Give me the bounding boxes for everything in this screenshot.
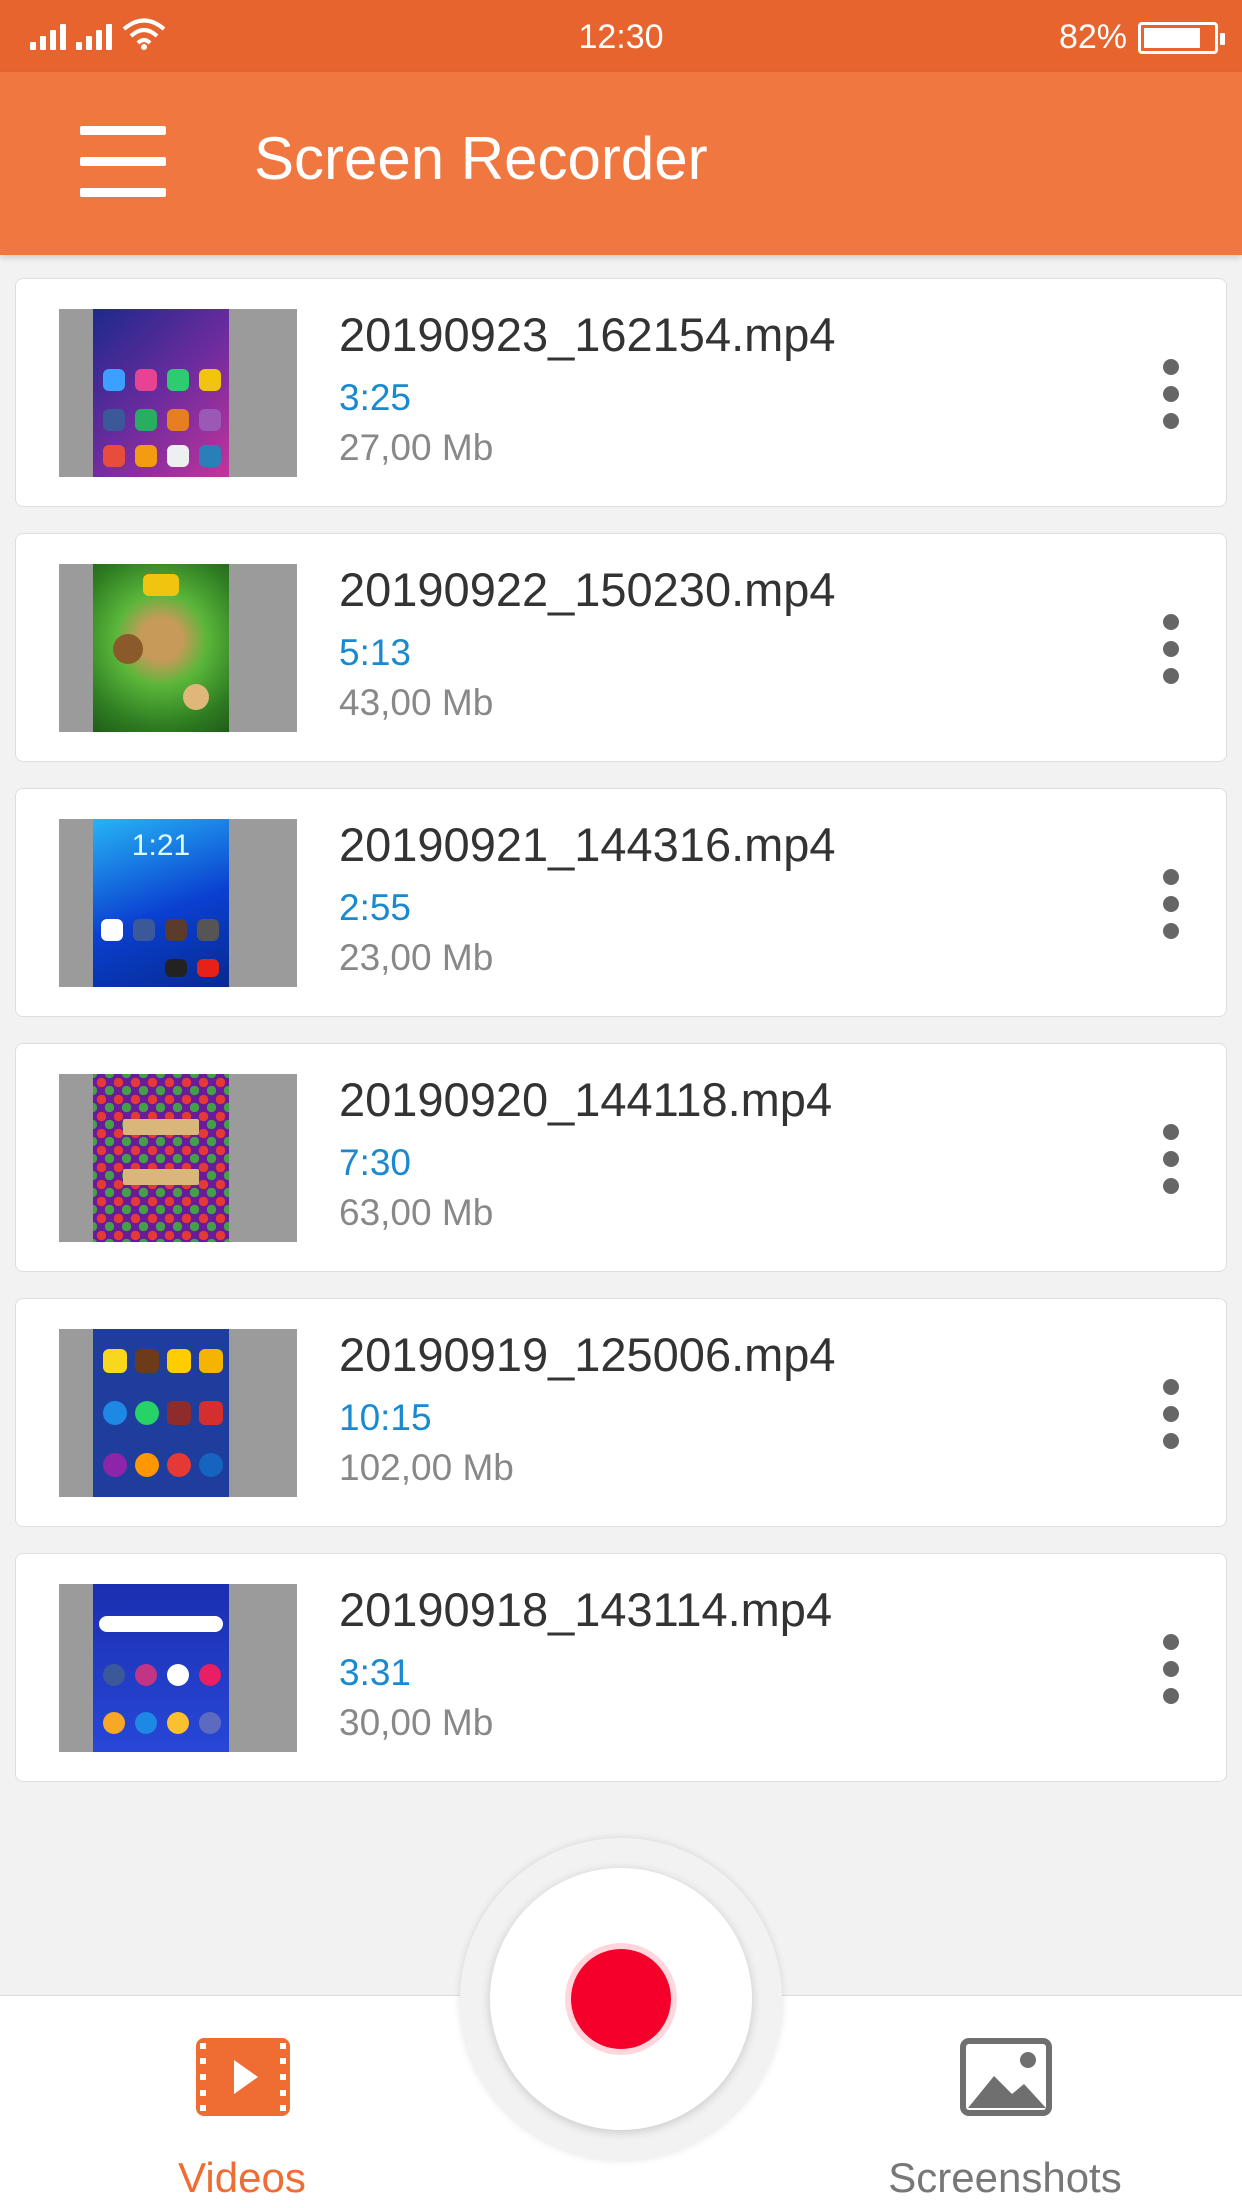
more-vertical-icon[interactable]: [1156, 614, 1186, 684]
video-thumbnail: [59, 564, 297, 732]
file-name: 20190918_143114.mp4: [339, 1583, 833, 1636]
file-size: 102,00 Mb: [339, 1447, 514, 1488]
video-thumbnail: [59, 1329, 297, 1497]
video-item[interactable]: 20190919_125006.mp4 10:15 102,00 Mb: [15, 1298, 1227, 1527]
file-name: 20190922_150230.mp4: [339, 563, 836, 616]
image-icon: [960, 2038, 1052, 2116]
hamburger-menu-icon[interactable]: [80, 126, 166, 198]
file-name: 20190919_125006.mp4: [339, 1328, 836, 1381]
status-time: 12:30: [578, 18, 664, 56]
app-bar: Screen Recorder: [0, 72, 1242, 255]
file-size: 63,00 Mb: [339, 1192, 494, 1233]
video-item[interactable]: 20190918_143114.mp4 3:31 30,00 Mb: [15, 1553, 1227, 1782]
file-name: 20190921_144316.mp4: [339, 818, 836, 871]
record-button[interactable]: [490, 1868, 752, 2130]
file-duration: 2:55: [339, 887, 412, 928]
status-bar: 12:30 82%: [0, 0, 1242, 72]
film-play-icon: [196, 2038, 290, 2116]
video-thumbnail: [59, 309, 297, 477]
battery-icon: [1138, 22, 1225, 54]
video-item[interactable]: 20190923_162154.mp4 3:25 27,00 Mb: [15, 278, 1227, 507]
file-size: 27,00 Mb: [339, 427, 494, 468]
battery-percent: 82%: [1058, 18, 1127, 56]
file-name: 20190920_144118.mp4: [339, 1073, 833, 1126]
tab-videos[interactable]: Videos: [142, 1996, 342, 2208]
app-title: Screen Recorder: [254, 125, 708, 192]
tab-screenshots-label: Screenshots: [888, 2154, 1122, 2201]
video-item[interactable]: 20190920_144118.mp4 7:30 63,00 Mb: [15, 1043, 1227, 1272]
more-vertical-icon[interactable]: [1156, 359, 1186, 429]
file-duration: 10:15: [339, 1397, 432, 1438]
tab-videos-label: Videos: [178, 2154, 306, 2201]
more-vertical-icon[interactable]: [1156, 1634, 1186, 1704]
video-list: 20190923_162154.mp4 3:25 27,00 Mb 201909…: [15, 278, 1227, 1808]
more-vertical-icon[interactable]: [1156, 1124, 1186, 1194]
file-duration: 3:31: [339, 1652, 412, 1693]
video-thumbnail: 1:21: [59, 819, 297, 987]
video-item[interactable]: 1:21 20190921_144316.mp4 2:55 23,00 Mb: [15, 788, 1227, 1017]
file-duration: 5:13: [339, 632, 412, 673]
file-size: 30,00 Mb: [339, 1702, 494, 1743]
video-thumbnail: [59, 1584, 297, 1752]
file-name: 20190923_162154.mp4: [339, 308, 836, 361]
tab-screenshots[interactable]: Screenshots: [870, 1996, 1140, 2208]
more-vertical-icon[interactable]: [1156, 869, 1186, 939]
video-item[interactable]: 20190922_150230.mp4 5:13 43,00 Mb: [15, 533, 1227, 762]
file-size: 23,00 Mb: [339, 937, 494, 978]
file-duration: 3:25: [339, 377, 412, 418]
video-thumbnail: [59, 1074, 297, 1242]
record-icon: [571, 1949, 671, 2049]
more-vertical-icon[interactable]: [1156, 1379, 1186, 1449]
file-duration: 7:30: [339, 1142, 412, 1183]
file-size: 43,00 Mb: [339, 682, 494, 723]
